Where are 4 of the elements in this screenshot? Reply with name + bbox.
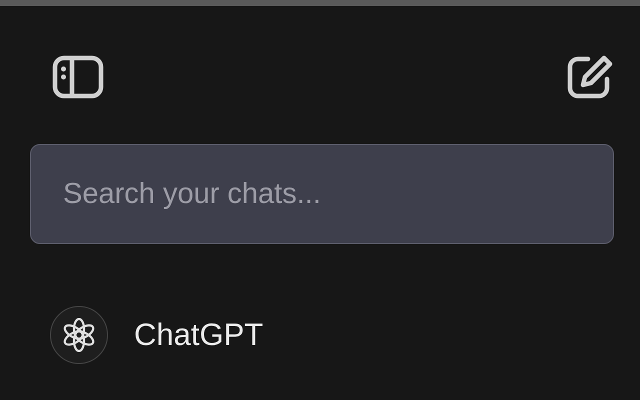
new-chat-icon[interactable] [566, 54, 614, 100]
search-field[interactable]: Search your chats... [30, 144, 614, 244]
chat-item[interactable]: ChatGPT [134, 317, 264, 353]
sidebar-toggle-icon[interactable] [52, 55, 104, 99]
